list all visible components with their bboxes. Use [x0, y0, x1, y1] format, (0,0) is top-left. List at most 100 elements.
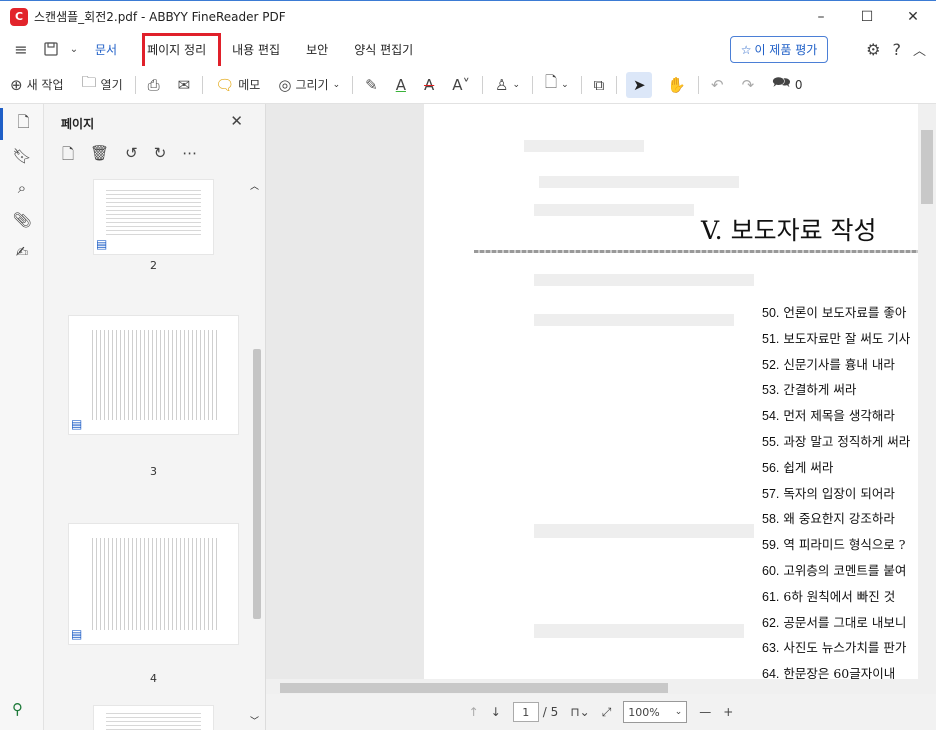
tab-security[interactable]: 보안	[293, 32, 341, 66]
vertical-scrollbar-thumb[interactable]	[921, 130, 933, 204]
separator	[352, 75, 354, 94]
draw-button[interactable]: ◎ 그리기 ⌄	[269, 66, 349, 104]
comments-button[interactable]: 🗪 0	[763, 66, 806, 104]
strikethrough-button[interactable]: A	[415, 66, 443, 104]
star-icon: ☆	[740, 42, 752, 57]
stamp-icon: ♙	[495, 75, 509, 94]
bleed-through-text	[539, 176, 739, 188]
highlighter-button[interactable]: ✎	[356, 66, 387, 104]
text-insert-button[interactable]: A˅	[443, 66, 479, 104]
select-tool-button[interactable]: ➤	[626, 71, 653, 98]
open-button[interactable]: 🗀 열기	[73, 66, 132, 104]
memo-icon: 🗨	[215, 75, 235, 94]
attachment-icon[interactable]: 📎︎	[0, 204, 44, 236]
save-icon[interactable]	[36, 32, 66, 66]
horizontal-scrollbar-thumb[interactable]	[280, 683, 668, 693]
page-number-input[interactable]: 1	[512, 702, 539, 722]
panel-scrollbar-thumb[interactable]	[253, 349, 261, 619]
save-dropdown-chevron-icon[interactable]: ⌄	[66, 32, 82, 66]
separator	[532, 75, 533, 94]
panel-close-icon[interactable]: ✕	[230, 112, 243, 130]
text-insert-icon: A˅	[452, 75, 470, 94]
collapse-ribbon-icon[interactable]: ︿	[913, 40, 926, 59]
bleed-through-text	[534, 204, 694, 216]
scroll-up-icon[interactable]: ︿	[250, 179, 259, 192]
search-document-button[interactable]: 🗋 ⌄	[536, 66, 578, 104]
rotate-left-icon[interactable]: ↺	[125, 144, 138, 169]
add-page-icon[interactable]: 🗋	[62, 144, 74, 169]
doc-search-icon: 🗋	[545, 73, 558, 91]
page-thumbnail-4[interactable]: ▤	[68, 523, 239, 645]
underline-text-button[interactable]: A	[387, 66, 415, 104]
toc-item: 59. 역 피라미드 형식으로 ?	[762, 537, 906, 553]
bookmark-icon[interactable]: 🔖︎	[0, 140, 44, 172]
separator	[134, 75, 136, 94]
email-button[interactable]: ✉	[169, 66, 200, 104]
panel-toolbar: 🗋 🗑 ↺ ↻ ⋯	[62, 144, 197, 169]
compare-button[interactable]: ⧉	[585, 66, 614, 104]
toc-item: 50. 언론이 보도자료를 좋아	[762, 305, 907, 320]
close-button[interactable]: ✕	[890, 1, 936, 33]
zoom-select[interactable]: 100% ⌄	[623, 701, 688, 723]
help-icon[interactable]: ?	[892, 40, 901, 59]
maximize-button[interactable]: ☐	[844, 1, 890, 33]
page-thumbnail-3[interactable]: ▤	[68, 315, 239, 435]
plus-circle-icon: ⊕	[10, 75, 23, 94]
window-title: 스캔샘플_회전2.pdf - ABBYY FineReader PDF	[34, 10, 286, 24]
page-thumbnail-5[interactable]	[93, 705, 214, 730]
new-task-button[interactable]: ⊕ 새 작업	[0, 66, 73, 104]
toc-item: 57. 독자의 입장이 되어라	[762, 485, 895, 501]
fit-page-icon[interactable]: ⤢	[602, 705, 612, 720]
ocr-status-icon[interactable]: ⚲	[12, 700, 23, 718]
thumbnail-text-lines	[105, 709, 202, 730]
document-viewer[interactable]: V. 보도자료 작성 50. 언론이 보도자료를 좋아 51. 보도자료만 잘 …	[266, 104, 936, 730]
stamp-button[interactable]: ♙ ⌄	[486, 66, 529, 104]
separator	[616, 75, 618, 94]
bleed-through-text	[524, 140, 644, 152]
tab-document[interactable]: 문서	[82, 32, 130, 66]
total-pages: / 5	[542, 705, 559, 719]
print-button[interactable]: ⎙	[139, 66, 169, 104]
tab-organize-pages[interactable]: 페이지 정리	[134, 32, 219, 66]
tab-form-editor[interactable]: 양식 편집기	[341, 32, 426, 66]
page-layout-icon[interactable]: ⊓⌄	[570, 705, 589, 719]
more-options-icon[interactable]: ⋯	[182, 144, 197, 169]
tab-edit-content[interactable]: 내용 편집	[219, 32, 293, 66]
envelope-icon: ✉	[177, 75, 191, 94]
chevron-down-icon: ⌄	[674, 707, 683, 717]
zoom-out-icon[interactable]: —	[699, 705, 711, 719]
document-page: V. 보도자료 작성 50. 언론이 보도자료를 좋아 51. 보도자료만 잘 …	[424, 104, 924, 694]
strikethrough-icon: A	[423, 75, 435, 94]
rate-product-button[interactable]: ☆ 이 제품 평가	[730, 36, 828, 63]
prev-page-icon[interactable]: ↑	[469, 705, 479, 719]
hand-icon: ✋	[667, 75, 687, 94]
bleed-through-text	[534, 524, 754, 538]
pages-panel: 페이지 ✕ 🗋 🗑 ↺ ↻ ⋯ ▤ 2 ▤ 3 ▤ 4 ︿ ﹀	[44, 104, 266, 730]
toc-item: 61. 6하 원칙에서 빠진 것	[762, 588, 896, 604]
minimize-button[interactable]: –	[798, 1, 844, 33]
toc-item: 55. 과장 말고 정직하게 써라	[762, 433, 911, 449]
printer-icon: ⎙	[147, 75, 160, 94]
delete-page-icon[interactable]: 🗑	[90, 144, 109, 169]
text-layer-icon: ▤	[71, 627, 83, 641]
settings-gear-icon[interactable]: ⚙	[866, 40, 880, 59]
rotate-right-icon[interactable]: ↻	[154, 144, 167, 169]
page-thumbnail-2[interactable]: ▤	[93, 179, 214, 255]
folder-icon: 🗀	[81, 73, 97, 91]
panel-title: 페이지	[61, 117, 95, 131]
zoom-in-icon[interactable]: +	[723, 705, 733, 719]
chevron-down-icon: ⌄	[332, 79, 341, 90]
redo-button[interactable]: ↷	[733, 66, 764, 104]
undo-button[interactable]: ↶	[702, 66, 733, 104]
hand-tool-button[interactable]: ✋	[658, 66, 695, 104]
separator	[482, 75, 483, 94]
next-page-icon[interactable]: ↓	[491, 705, 501, 719]
hamburger-menu-icon[interactable]: ≡	[6, 32, 36, 66]
cursor-arrow-icon: ➤	[633, 75, 646, 94]
pages-panel-icon[interactable]: 🗋	[0, 108, 44, 140]
signature-icon[interactable]: ✍	[0, 236, 44, 268]
scroll-down-icon[interactable]: ﹀	[250, 714, 259, 727]
memo-button[interactable]: 🗨 메모	[206, 66, 269, 104]
toc-item: 51. 보도자료만 잘 써도 기사	[762, 330, 911, 346]
search-icon[interactable]: ⌕	[0, 172, 44, 204]
